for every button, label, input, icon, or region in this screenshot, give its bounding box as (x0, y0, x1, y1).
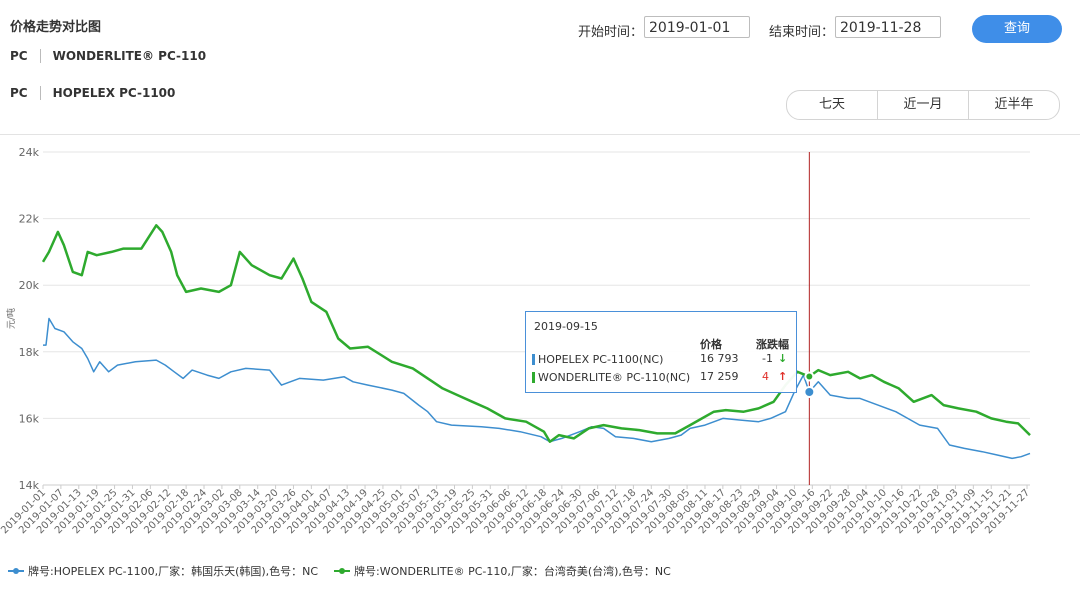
y-axis-label: 元/吨 (5, 308, 17, 329)
hover-point-wonderlite (804, 371, 815, 382)
arrow-up-icon: ↑ (778, 370, 788, 383)
tooltip-change: 4 (762, 370, 769, 383)
legend-item-hopelex[interactable]: 牌号:HOPELEX PC-1100,厂家：韩国乐天(韩国),色号：NC (8, 563, 318, 579)
y-tick-label: 22k (19, 213, 40, 226)
tooltip-series-name: HOPELEX PC-1100(NC) (538, 352, 664, 366)
y-tick-label: 16k (19, 412, 40, 425)
series-swatch-blue (532, 353, 535, 365)
series-swatch-green (532, 371, 535, 383)
y-tick-label: 24k (19, 146, 40, 159)
legend-marker-blue (8, 566, 24, 576)
legend-label: 牌号:HOPELEX PC-1100,厂家：韩国乐天(韩国),色号：NC (28, 565, 319, 578)
tooltip-date: 2019-09-15 (534, 320, 598, 333)
arrow-down-icon: ↓ (778, 352, 788, 365)
tooltip-row-wonderlite: WONDERLITE® PC-110(NC) (532, 370, 690, 384)
y-tick-label: 18k (19, 346, 40, 359)
legend-label: 牌号:WONDERLITE® PC-110,厂家：台湾奇美(台湾),色号：NC (354, 565, 671, 578)
tooltip-change: -1 (762, 352, 773, 365)
legend-item-wonderlite[interactable]: 牌号:WONDERLITE® PC-110,厂家：台湾奇美(台湾),色号：NC (334, 563, 671, 579)
legend-marker-green (334, 566, 350, 576)
tooltip-change-header: 涨跌幅 (756, 338, 789, 351)
hover-point-hopelex (803, 385, 816, 398)
tooltip-series-name: WONDERLITE® PC-110(NC) (538, 370, 691, 384)
tooltip-row-hopelex: HOPELEX PC-1100(NC) (532, 352, 663, 366)
tooltip-price-header: 价格 (700, 338, 722, 351)
tooltip-price: 17 259 (700, 370, 739, 383)
y-tick-label: 20k (19, 279, 40, 292)
tooltip-price: 16 793 (700, 352, 739, 365)
chart-tooltip: 2019-09-15 价格 涨跌幅 HOPELEX PC-1100(NC) 16… (525, 311, 797, 393)
price-chart[interactable]: 14k16k18k20k22k24k元/吨2019-01-012019-01-0… (0, 0, 1080, 593)
